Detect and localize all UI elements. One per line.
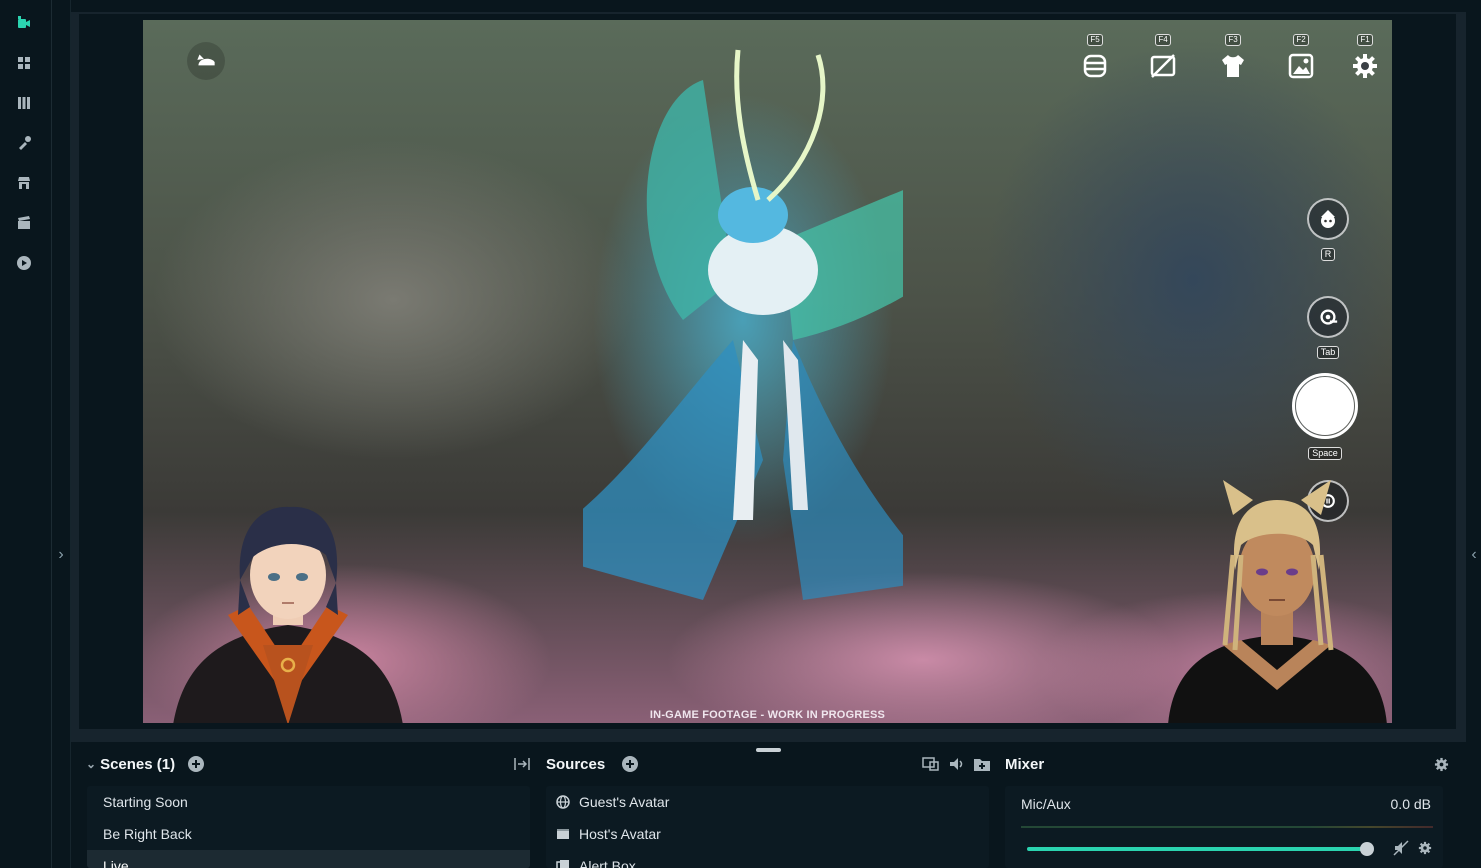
- add-scene-icon[interactable]: [188, 756, 205, 772]
- scene-item[interactable]: Be Right Back: [87, 818, 530, 850]
- mixer-settings-icon[interactable]: [1433, 756, 1449, 772]
- store-icon[interactable]: [15, 174, 33, 192]
- sources-title: Sources: [546, 755, 606, 773]
- window-icon: [556, 827, 570, 841]
- play-icon[interactable]: [15, 254, 33, 272]
- source-label: Host's Avatar: [579, 826, 661, 842]
- scenes-header: ⌄ Scenes (1): [86, 752, 205, 776]
- return-icon[interactable]: [187, 42, 225, 80]
- outfit-icon: [1222, 55, 1244, 77]
- selective-recording-icon[interactable]: [922, 756, 940, 772]
- scene-label: Be Right Back: [103, 826, 192, 842]
- key-hint: F3: [1225, 34, 1241, 46]
- grid-icon[interactable]: [15, 54, 33, 72]
- mixer-header: Mixer: [1005, 752, 1044, 776]
- add-source-icon[interactable]: [622, 756, 639, 772]
- hide-ui-icon: [1150, 54, 1176, 78]
- image-icon: [1288, 53, 1314, 79]
- globe-icon: [556, 795, 570, 809]
- scene-item[interactable]: Starting Soon: [87, 786, 530, 818]
- channel-name: Mic/Aux: [1021, 796, 1071, 812]
- volume-slider-thumb[interactable]: [1360, 842, 1374, 856]
- library-icon[interactable]: [15, 94, 33, 112]
- key-hint: R: [1320, 248, 1336, 261]
- host-avatar: [173, 506, 403, 723]
- rotate-camera-icon: [1307, 296, 1349, 338]
- shutter-button[interactable]: Space: [1292, 373, 1358, 460]
- footage-watermark: IN-GAME FOOTAGE - WORK IN PROGRESS: [649, 709, 886, 721]
- add-folder-icon[interactable]: [973, 756, 991, 772]
- brush-icon[interactable]: [15, 134, 33, 152]
- sources-list: Guest's Avatar Host's Avatar Alert Box: [546, 786, 989, 868]
- audio-source-icon[interactable]: [948, 756, 966, 772]
- source-item[interactable]: Guest's Avatar: [546, 786, 989, 818]
- chevron-left-icon[interactable]: ‹: [1468, 545, 1480, 565]
- hud-outfit-button[interactable]: F3: [1218, 34, 1248, 80]
- side-gutter: [52, 0, 71, 868]
- scenes-list: Starting Soon Be Right Back Live: [87, 786, 530, 868]
- mute-icon[interactable]: [1393, 840, 1409, 861]
- character-button[interactable]: R: [1307, 198, 1349, 261]
- source-label: Alert Box: [579, 858, 636, 868]
- rotate-camera-button[interactable]: Tab: [1307, 296, 1349, 359]
- key-hint: F4: [1155, 34, 1171, 46]
- mixer-channel: Mic/Aux 0.0 dB: [1005, 786, 1443, 868]
- key-hint: Tab: [1316, 346, 1340, 359]
- scene-label: Starting Soon: [103, 794, 188, 810]
- volume-meter: [1021, 826, 1433, 828]
- clapper-icon[interactable]: [15, 214, 33, 232]
- key-hint: F1: [1357, 34, 1373, 46]
- game-character: [583, 49, 903, 600]
- chevron-down-icon[interactable]: ⌄: [86, 757, 96, 771]
- alert-box-icon: [556, 859, 570, 868]
- hud-hide-ui-button[interactable]: F4: [1148, 34, 1178, 80]
- shutter-icon: [1292, 373, 1358, 439]
- stream-preview[interactable]: F5 F4 F3 F2 F1 R Tab Space IN-GAME FOOTA…: [143, 20, 1392, 723]
- source-item[interactable]: Alert Box: [546, 850, 989, 868]
- mixer-title: Mixer: [1005, 755, 1045, 773]
- hud-settings-button[interactable]: F1: [1350, 34, 1380, 80]
- settings-icon: [1353, 54, 1377, 78]
- volume-slider[interactable]: [1027, 847, 1367, 851]
- left-sidebar: [0, 0, 52, 868]
- scene-label: Live: [103, 858, 129, 868]
- hud-image-button[interactable]: F2: [1286, 34, 1316, 80]
- layers-icon: [1083, 54, 1107, 78]
- scenes-title: Scenes (1): [100, 755, 176, 773]
- chevron-right-icon[interactable]: ›: [54, 545, 68, 565]
- key-hint: F2: [1293, 34, 1309, 46]
- scene-transitions-icon[interactable]: [513, 756, 531, 772]
- key-hint: Space: [1308, 447, 1342, 460]
- scene-item-selected[interactable]: Live: [87, 850, 530, 868]
- camera-icon[interactable]: [15, 14, 33, 32]
- sources-header: Sources: [546, 752, 639, 776]
- key-hint: F5: [1087, 34, 1103, 46]
- character-icon: [1307, 198, 1349, 240]
- resize-handle[interactable]: [756, 748, 781, 752]
- hud-layers-button[interactable]: F5: [1080, 34, 1110, 80]
- channel-settings-icon[interactable]: [1418, 841, 1432, 860]
- source-item[interactable]: Host's Avatar: [546, 818, 989, 850]
- channel-level: 0.0 dB: [1390, 796, 1431, 812]
- guest-avatar: [1168, 480, 1387, 723]
- source-label: Guest's Avatar: [579, 794, 670, 810]
